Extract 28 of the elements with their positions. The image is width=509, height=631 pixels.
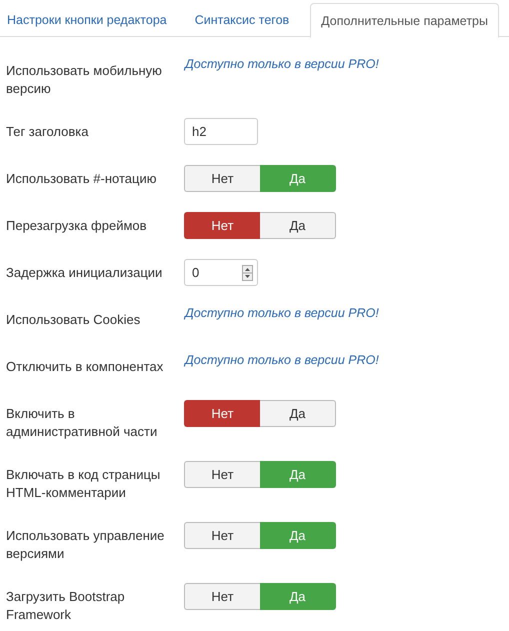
pro-notice: Доступно только в версии PRO!	[185, 57, 379, 71]
tab[interactable]: Дополнительные параметры	[310, 3, 499, 38]
number-field[interactable]: 0	[184, 259, 258, 286]
toggle-option[interactable]: Нет	[184, 522, 260, 549]
input-field[interactable]: h2	[184, 118, 258, 145]
field-label: Перезагрузка фреймов	[6, 217, 148, 235]
toggle-option[interactable]: Да	[260, 400, 336, 427]
field-label: Загрузить Bootstrap Framework	[6, 588, 126, 624]
toggle-option[interactable]: Нет	[184, 165, 260, 192]
toggle-option[interactable]: Нет	[184, 400, 260, 427]
field-label: Использовать Cookies	[6, 311, 142, 329]
pro-notice: Доступно только в версии PRO!	[185, 353, 379, 367]
tab[interactable]: Синтаксис тегов	[184, 3, 300, 37]
toggle-option[interactable]: Нет	[184, 212, 260, 239]
field-label: Тег заголовка	[6, 123, 90, 141]
field-label: Включать в код страницы HTML-комментарии	[6, 466, 162, 502]
toggle-option[interactable]: Нет	[184, 461, 260, 488]
toggle-option[interactable]: Да	[260, 212, 336, 239]
field-label: Отключить в компонентах	[6, 358, 164, 376]
field-label: Использовать управление версиями	[6, 527, 166, 563]
field-label: Включить в административной части	[6, 405, 158, 441]
toggle-option[interactable]: Нет	[184, 583, 260, 610]
tab[interactable]: Настроки кнопки редактора	[0, 3, 178, 37]
field-label: Использовать #-нотацию	[6, 170, 158, 188]
pro-notice: Доступно только в версии PRO!	[185, 306, 379, 320]
field-label: Задержка инициализации	[6, 264, 164, 282]
field-label: Использовать мобильную версию	[6, 62, 163, 98]
spinner-icon[interactable]	[242, 264, 253, 280]
